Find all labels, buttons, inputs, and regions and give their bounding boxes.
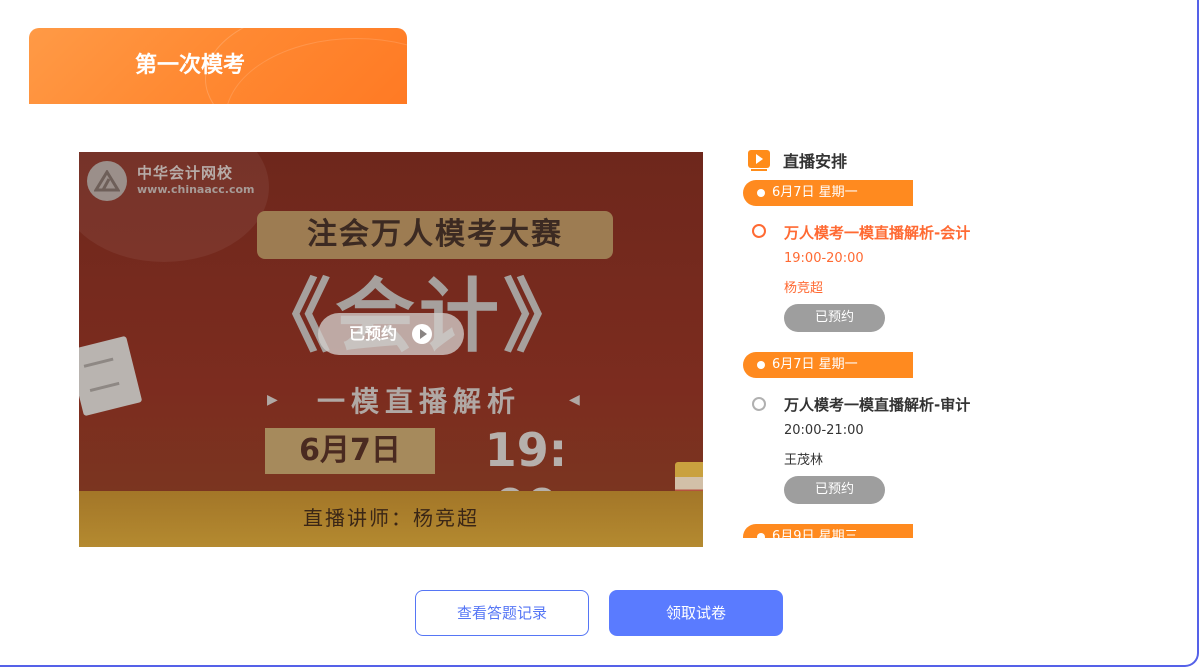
analysis-title: 一模直播解析	[316, 385, 521, 418]
live-poster[interactable]: 中华会计网校 www.chinaacc.com 注会万人模考大赛 《会计》 ▶ …	[79, 152, 703, 547]
exam-title-tab: 第一次模考	[29, 28, 407, 104]
session-status-icon	[752, 224, 766, 238]
contest-title: 注会万人模考大赛	[307, 217, 563, 252]
teacher-line: 直播讲师：杨竞超	[303, 506, 479, 530]
day-label: 6月7日 星期一	[743, 180, 913, 206]
day-label: 6月9日 星期三	[743, 524, 913, 538]
live-time: 19: 00	[484, 423, 568, 533]
dot-icon	[757, 533, 765, 538]
get-paper-button[interactable]: 领取试卷	[609, 590, 783, 636]
dot-icon	[757, 361, 765, 369]
brand-logo-icon	[87, 161, 127, 201]
day-label: 6月7日 星期一	[743, 352, 913, 378]
schedule-heading: 直播安排	[783, 152, 848, 171]
play-circle-icon	[412, 324, 432, 344]
session-teacher: 杨竞超	[784, 281, 824, 296]
triangle-left-icon: ◀	[569, 392, 580, 408]
live-tv-icon	[748, 150, 770, 171]
live-date: 6月7日	[299, 433, 401, 468]
session-time: 20:00-21:00	[784, 423, 864, 438]
live-schedule: 直播安排 6月7日 星期一 万人模考一模直播解析-会计 19:00-20:00 …	[742, 148, 1042, 538]
dot-icon	[757, 189, 765, 197]
session-time: 19:00-20:00	[784, 251, 864, 266]
session-title[interactable]: 万人模考一模直播解析-会计	[784, 222, 970, 243]
exam-title: 第一次模考	[134, 53, 245, 78]
brand-url: www.chinaacc.com	[137, 183, 255, 196]
reserved-play-label: 已预约	[349, 324, 398, 343]
session-teacher: 王茂林	[784, 453, 824, 468]
reserved-button[interactable]: 已预约	[784, 476, 885, 504]
session-title[interactable]: 万人模考一模直播解析-审计	[784, 394, 970, 415]
reserved-button[interactable]: 已预约	[784, 304, 885, 332]
session-status-icon	[752, 397, 766, 411]
brand-name: 中华会计网校	[137, 164, 234, 182]
view-answer-record-button[interactable]: 查看答题记录	[415, 590, 589, 636]
